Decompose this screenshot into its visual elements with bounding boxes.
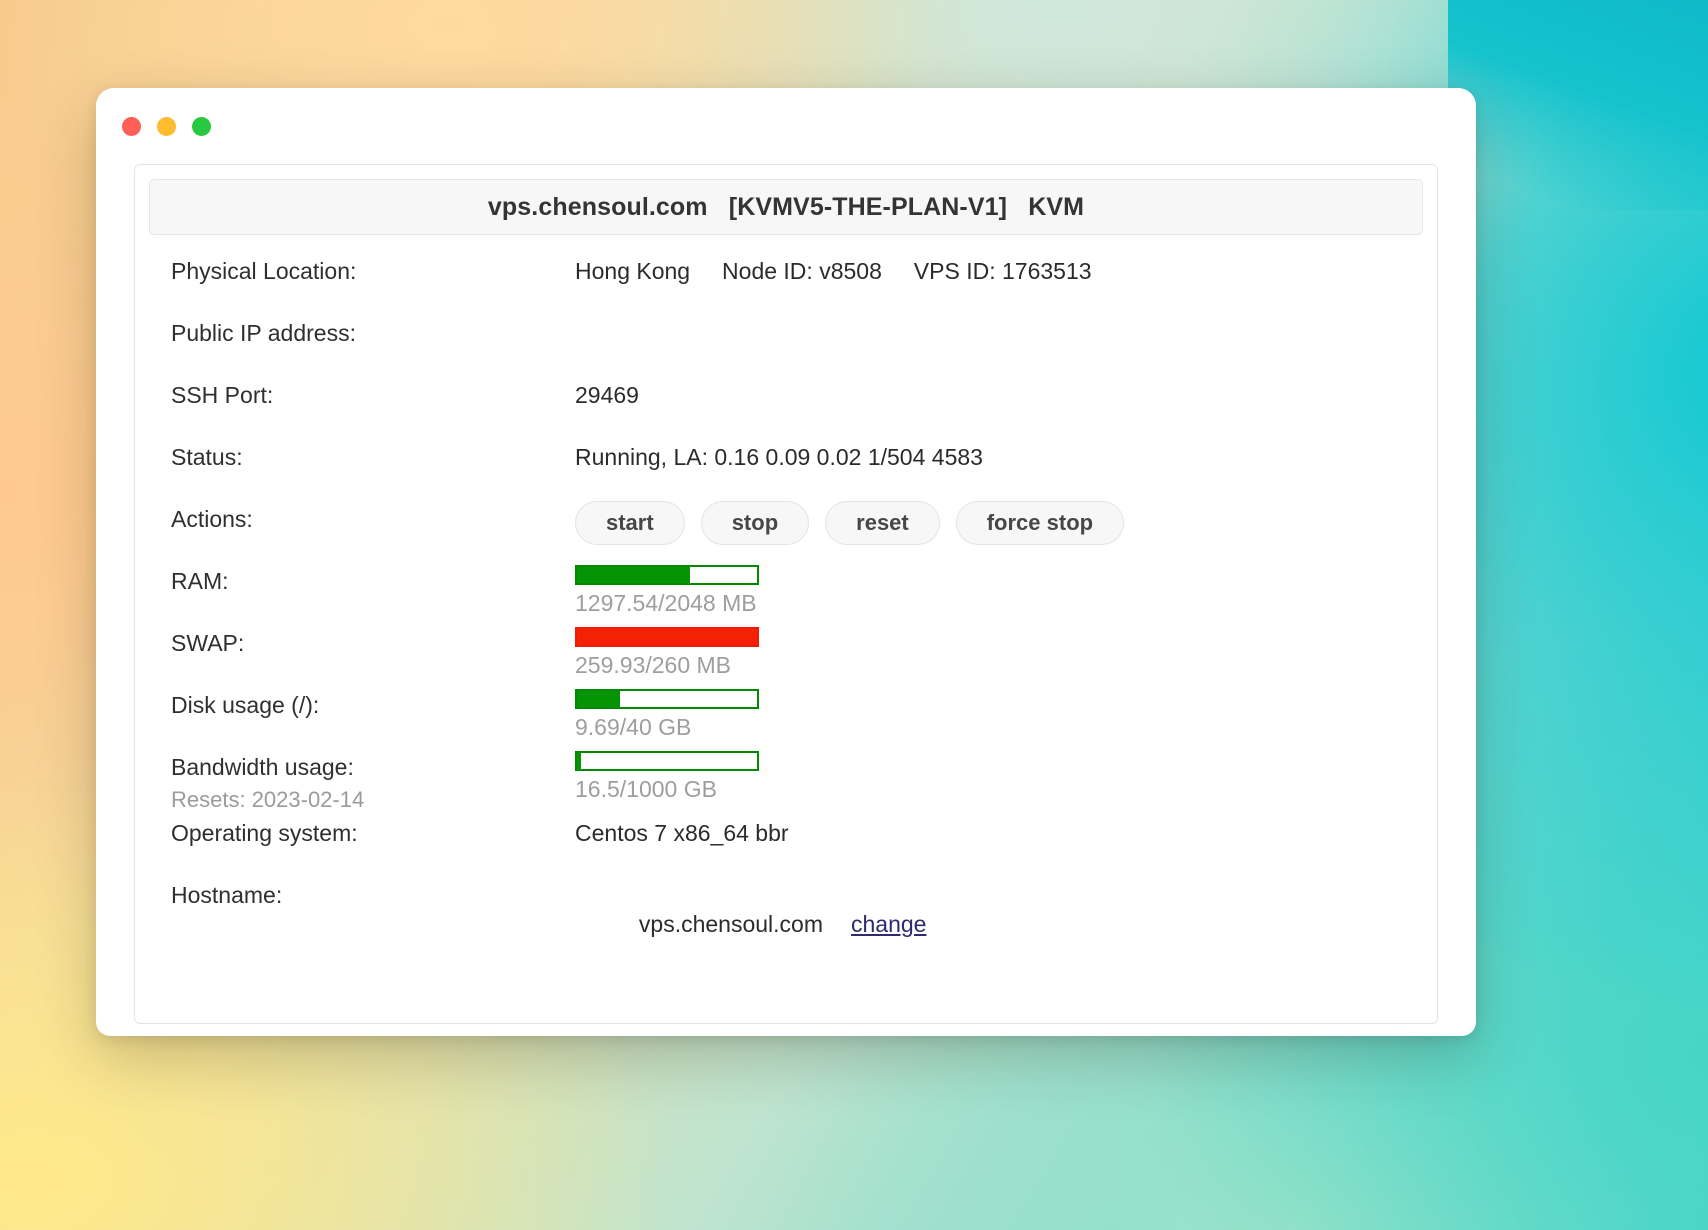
ram-progress-fill: [577, 567, 691, 583]
row-actions: Actions: start stop reset force stop: [171, 501, 1437, 563]
row-swap: SWAP: 259.93/260 MB: [171, 625, 1437, 687]
operating-system-value: Centos 7 x86_64 bbr: [575, 819, 789, 846]
ssh-port-value: 29469: [575, 382, 639, 408]
ssh-port-label: SSH Port:: [171, 382, 274, 408]
hostname-inline: vps.chensoul.com change: [639, 910, 927, 939]
status-label: Status:: [171, 444, 243, 470]
bandwidth-label: Bandwidth usage: Resets: 2023-02-14: [171, 749, 575, 815]
vps-detail-rows: Physical Location: Hong Kong Node ID: v8…: [135, 235, 1437, 969]
row-ram: RAM: 1297.54/2048 MB: [171, 563, 1437, 625]
action-button-group: start stop reset force stop: [575, 501, 1125, 545]
disk-progress-fill: [577, 691, 621, 707]
force-stop-button[interactable]: force stop: [955, 501, 1125, 545]
hostname-value-group: vps.chensoul.com change: [575, 877, 927, 969]
physical-location-value: Hong Kong Node ID: v8508 VPS ID: 1763513: [575, 258, 1092, 284]
row-disk-usage: Disk usage (/): 9.69/40 GB: [171, 687, 1437, 749]
page-title: vps.chensoul.com [KVMV5-THE-PLAN-V1] KVM: [487, 192, 1085, 221]
change-hostname-link[interactable]: change: [851, 910, 926, 939]
reset-button[interactable]: reset: [825, 501, 940, 545]
bandwidth-meter-cell: 16.5/1000 GB: [575, 749, 759, 803]
row-operating-system: Operating system: Centos 7 x86_64 bbr: [171, 815, 1437, 877]
row-hostname: Hostname: vps.chensoul.com change: [171, 877, 1437, 969]
window-titlebar: [96, 88, 1476, 164]
swap-usage-text: 259.93/260 MB: [575, 652, 732, 678]
physical-location-label: Physical Location:: [171, 258, 357, 284]
bandwidth-progress-bar: [575, 751, 759, 771]
disk-progress-bar: [575, 689, 759, 709]
status-value: Running, LA: 0.16 0.09 0.02 1/504 4583: [575, 444, 983, 470]
swap-label: SWAP:: [171, 630, 245, 656]
start-button[interactable]: start: [575, 501, 685, 545]
bandwidth-progress-fill: [577, 753, 581, 769]
vps-info-card: vps.chensoul.com [KVMV5-THE-PLAN-V1] KVM…: [134, 164, 1438, 1024]
row-public-ip: Public IP address:: [171, 315, 1437, 377]
hostname-label: Hostname:: [171, 881, 283, 908]
app-window: vps.chensoul.com [KVMV5-THE-PLAN-V1] KVM…: [96, 88, 1476, 1036]
row-bandwidth-usage: Bandwidth usage: Resets: 2023-02-14 16.5…: [171, 749, 1437, 815]
ram-progress-bar: [575, 565, 759, 585]
public-ip-label: Public IP address:: [171, 320, 356, 346]
row-physical-location: Physical Location: Hong Kong Node ID: v8…: [171, 253, 1437, 315]
background-corner-accent: [1448, 0, 1708, 210]
ram-usage-text: 1297.54/2048 MB: [575, 590, 757, 616]
bandwidth-usage-text: 16.5/1000 GB: [575, 776, 717, 802]
minimize-window-button[interactable]: [157, 116, 176, 136]
vps-header-bar: vps.chensoul.com [KVMV5-THE-PLAN-V1] KVM: [149, 179, 1423, 235]
row-status: Status: Running, LA: 0.16 0.09 0.02 1/50…: [171, 439, 1437, 501]
row-ssh-port: SSH Port: 29469: [171, 377, 1437, 439]
disk-usage-text: 9.69/40 GB: [575, 714, 692, 740]
swap-progress-fill: [577, 629, 757, 645]
actions-label: Actions:: [171, 506, 253, 532]
operating-system-label: Operating system:: [171, 819, 358, 846]
maximize-window-button[interactable]: [192, 116, 211, 136]
ram-meter-cell: 1297.54/2048 MB: [575, 563, 759, 617]
bandwidth-label-text: Bandwidth usage:: [171, 754, 354, 780]
disk-meter-cell: 9.69/40 GB: [575, 687, 759, 741]
close-window-button[interactable]: [122, 116, 141, 136]
hostname-value: vps.chensoul.com: [638, 911, 823, 938]
bandwidth-reset-date: Resets: 2023-02-14: [171, 787, 365, 813]
ram-label: RAM:: [171, 568, 229, 594]
swap-progress-bar: [575, 627, 759, 647]
disk-usage-label: Disk usage (/):: [171, 692, 320, 718]
stop-button[interactable]: stop: [700, 501, 810, 545]
swap-meter-cell: 259.93/260 MB: [575, 625, 759, 679]
